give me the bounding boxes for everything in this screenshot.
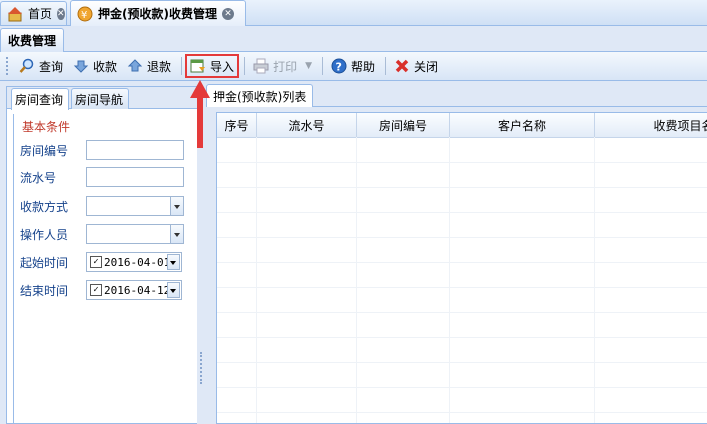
annotation-arrow-icon	[190, 80, 210, 148]
toolbar-separator	[322, 57, 323, 75]
serial-label: 流水号	[20, 170, 57, 185]
end-date-picker[interactable]: ✓ 2016-04-12	[86, 280, 182, 300]
column-header-serial[interactable]: 流水号	[257, 113, 357, 137]
help-label: 帮助	[351, 59, 376, 74]
grid-column-line	[217, 137, 257, 423]
chevron-down-icon[interactable]	[167, 282, 180, 298]
end-date-row: 结束时间 ✓ 2016-04-12	[20, 279, 196, 301]
room-no-input[interactable]	[86, 140, 184, 160]
grid-header: 序号 流水号 房间编号 客户名称 收费项目名称	[217, 113, 707, 138]
pay-method-row: 收款方式	[20, 195, 196, 217]
start-date-picker[interactable]: ✓ 2016-04-01	[86, 252, 182, 272]
chevron-down-icon[interactable]	[170, 197, 183, 215]
svg-text:?: ?	[336, 61, 342, 74]
operator-row: 操作人员	[20, 223, 196, 245]
filter-form: 基本条件 房间编号 流水号 收款方式 操作人员 起始时间 ✓ 2016-04-0…	[13, 114, 199, 424]
section-tab-bar	[0, 27, 707, 52]
import-icon	[190, 58, 206, 74]
query-label: 查询	[39, 59, 64, 74]
grid-row-line	[217, 237, 707, 238]
yen-icon: ¥	[77, 6, 93, 22]
serial-row: 流水号	[20, 166, 196, 188]
toolbar-separator	[181, 57, 183, 75]
end-date-value: 2016-04-12	[104, 283, 171, 297]
import-button[interactable]: 导入	[185, 54, 240, 78]
tab-deposit-management[interactable]: ¥ 押金(预收款)收费管理 ✕	[70, 0, 246, 26]
left-panel: 房间查询 房间导航 基本条件 房间编号 流水号 收款方式 操作人员 起始时间 ✓…	[6, 86, 205, 424]
grid-column-line	[257, 137, 357, 423]
operator-label: 操作人员	[20, 227, 69, 242]
search-icon	[19, 58, 35, 74]
tab-home-label: 首页	[28, 7, 53, 21]
collect-label: 收款	[93, 59, 118, 74]
grid-row-line	[217, 212, 707, 213]
operator-select[interactable]	[86, 224, 184, 244]
help-icon: ?	[331, 58, 347, 74]
svg-text:¥: ¥	[81, 10, 87, 21]
column-header-index[interactable]: 序号	[217, 113, 257, 137]
grid-row-line	[217, 162, 707, 163]
grid-row-line	[217, 387, 707, 388]
tab-room-query[interactable]: 房间查询	[11, 88, 69, 110]
refund-label: 退款	[147, 59, 172, 74]
close-button[interactable]: 关闭	[390, 55, 442, 77]
tab-room-nav[interactable]: 房间导航	[71, 88, 129, 109]
help-button[interactable]: ? 帮助	[327, 55, 379, 77]
toolbar: 查询 收款 退款 导入 打印 ▼ ? 帮助 关闭	[0, 52, 707, 81]
toolbar-separator	[385, 57, 387, 75]
splitter-grip[interactable]	[200, 352, 203, 384]
chevron-down-icon[interactable]	[167, 254, 180, 270]
end-label: 结束时间	[20, 283, 69, 298]
grid-row-line	[217, 362, 707, 363]
grid-row-line	[217, 412, 707, 413]
tab-home[interactable]: 首页 ✕	[0, 1, 67, 25]
grid-row-line	[217, 312, 707, 313]
pay-method-select[interactable]	[86, 196, 184, 216]
print-label: 打印	[273, 59, 298, 74]
close-label: 关闭	[414, 59, 439, 74]
chevron-down-icon[interactable]	[170, 225, 183, 243]
start-date-row: 起始时间 ✓ 2016-04-01	[20, 251, 196, 273]
grid-column-line	[357, 137, 450, 423]
refund-button[interactable]: 退款	[123, 55, 175, 77]
grid-column-line	[450, 137, 595, 423]
start-date-value: 2016-04-01	[104, 255, 171, 269]
import-label: 导入	[210, 59, 235, 74]
arrow-up-icon	[127, 58, 143, 74]
home-icon	[7, 6, 23, 22]
grid-row-line	[217, 187, 707, 188]
query-button[interactable]: 查询	[15, 55, 67, 77]
column-header-fee-item[interactable]: 收费项目名称	[595, 113, 707, 137]
printer-icon	[253, 58, 269, 74]
column-header-room[interactable]: 房间编号	[357, 113, 450, 137]
column-header-customer[interactable]: 客户名称	[450, 113, 595, 137]
tab-deposit-label: 押金(预收款)收费管理	[98, 7, 217, 21]
start-date-checkbox[interactable]: ✓	[90, 256, 102, 268]
room-no-row: 房间编号	[20, 139, 196, 161]
close-icon	[394, 58, 410, 74]
grid-row-line	[217, 287, 707, 288]
print-button[interactable]: 打印 ▼	[249, 55, 316, 77]
room-no-label: 房间编号	[20, 143, 69, 158]
start-label: 起始时间	[20, 255, 69, 270]
tab-deposit-list[interactable]: 押金(预收款)列表	[206, 84, 314, 107]
deposit-grid: 序号 流水号 房间编号 客户名称 收费项目名称	[216, 112, 707, 424]
grid-row-line	[217, 262, 707, 263]
toolbar-grip	[6, 57, 11, 75]
grid-row-line	[217, 337, 707, 338]
serial-input[interactable]	[86, 167, 184, 187]
toolbar-separator	[244, 57, 246, 75]
close-icon[interactable]: ✕	[57, 7, 65, 20]
collect-button[interactable]: 收款	[69, 55, 121, 77]
close-icon[interactable]: ✕	[221, 7, 234, 20]
section-legend: 基本条件	[22, 120, 71, 134]
tab-fee-management[interactable]: 收费管理	[0, 28, 65, 52]
chevron-down-icon[interactable]: ▼	[305, 61, 312, 71]
pay-method-label: 收款方式	[20, 199, 69, 214]
end-date-checkbox[interactable]: ✓	[90, 284, 102, 296]
arrow-down-icon	[73, 58, 89, 74]
